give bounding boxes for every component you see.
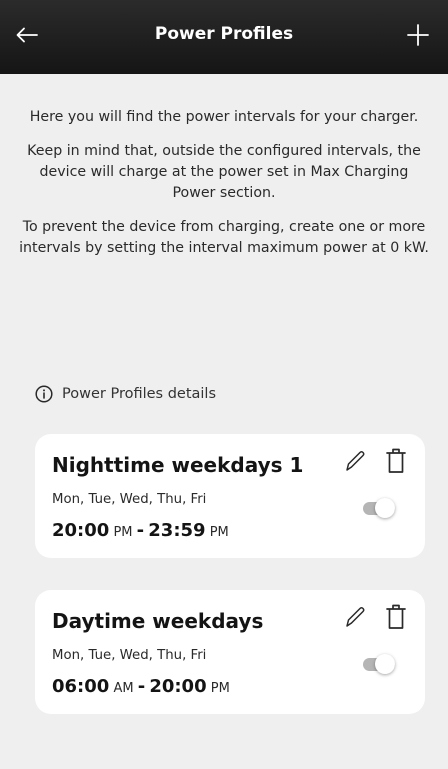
details-link-label: Power Profiles details <box>62 386 217 402</box>
profile-name: Daytime weekdays <box>52 609 264 633</box>
profile-enabled-toggle[interactable] <box>363 496 397 520</box>
start-period: AM <box>113 681 134 696</box>
profile-name: Nighttime weekdays 1 <box>52 453 304 477</box>
profile-enabled-toggle[interactable] <box>363 652 397 676</box>
start-time: 06:00 <box>52 676 110 697</box>
info-icon <box>35 385 53 403</box>
time-separator: - <box>136 520 145 541</box>
delete-profile-button[interactable] <box>385 447 407 475</box>
edit-profile-button[interactable] <box>343 604 367 630</box>
power-profiles-details-link[interactable]: Power Profiles details <box>35 385 216 403</box>
intro-text: Here you will find the power intervals f… <box>18 107 430 272</box>
profile-time-range: 06:00 AM - 20:00 PM <box>52 676 230 697</box>
intro-paragraph: Here you will find the power intervals f… <box>29 109 419 125</box>
end-time: 23:59 <box>148 520 206 541</box>
end-time: 20:00 <box>149 676 207 697</box>
trash-icon <box>386 604 406 629</box>
end-period: PM <box>209 525 229 540</box>
profile-days: Mon, Tue, Wed, Thu, Fri <box>52 492 207 507</box>
intro-paragraph: Keep in mind that, outside the configure… <box>27 143 421 201</box>
plus-icon <box>407 24 429 46</box>
edit-profile-button[interactable] <box>343 448 367 474</box>
start-period: PM <box>113 525 133 540</box>
app-header: Power Profiles <box>0 0 448 74</box>
trash-icon <box>386 448 406 473</box>
profile-card[interactable]: Nighttime weekdays 1 Mon, Tue, Wed, Thu,… <box>35 434 425 558</box>
profile-card[interactable]: Daytime weekdays Mon, Tue, Wed, Thu, Fri… <box>35 590 425 714</box>
profile-days: Mon, Tue, Wed, Thu, Fri <box>52 648 207 663</box>
time-separator: - <box>137 676 146 697</box>
pencil-icon <box>346 607 365 627</box>
intro-paragraph: To prevent the device from charging, cre… <box>19 219 429 256</box>
profile-time-range: 20:00 PM - 23:59 PM <box>52 520 229 541</box>
add-profile-button[interactable] <box>402 18 434 52</box>
toggle-knob <box>375 498 395 518</box>
delete-profile-button[interactable] <box>385 603 407 631</box>
pencil-icon <box>346 451 365 471</box>
page-title: Power Profiles <box>154 24 294 44</box>
toggle-knob <box>375 654 395 674</box>
end-period: PM <box>210 681 230 696</box>
start-time: 20:00 <box>52 520 110 541</box>
